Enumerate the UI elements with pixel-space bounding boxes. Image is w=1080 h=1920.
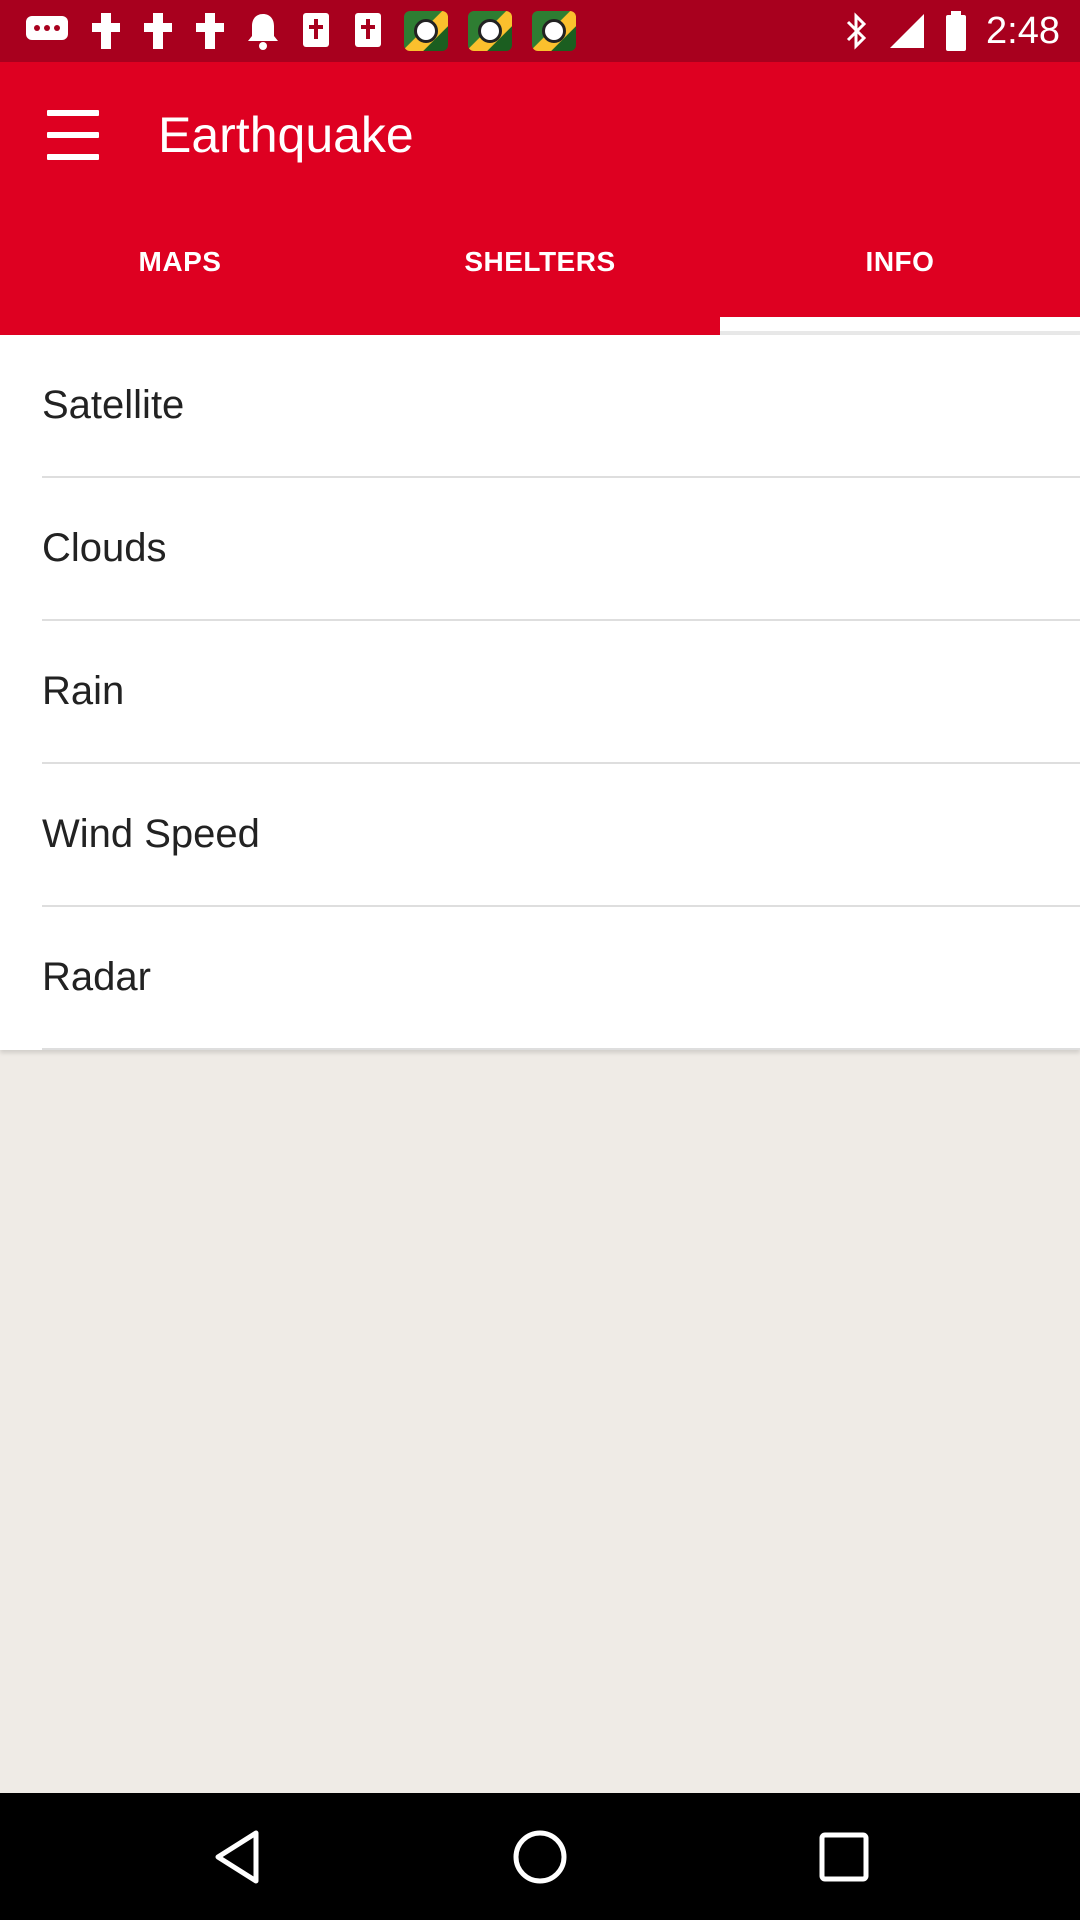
tab-maps[interactable]: MAPS xyxy=(0,207,360,335)
info-list: Satellite Clouds Rain Wind Speed Radar xyxy=(0,335,1080,1050)
list-item-label: Satellite xyxy=(42,383,185,427)
tab-maps-label: MAPS xyxy=(138,246,222,277)
list-item-satellite[interactable]: Satellite xyxy=(42,335,1080,478)
page-title: Earthquake xyxy=(158,107,414,163)
app-toolbar: Earthquake xyxy=(0,62,1080,207)
battery-icon xyxy=(946,11,967,51)
tab-shelters[interactable]: SHELTERS xyxy=(360,207,720,335)
tab-bar: MAPS SHELTERS INFO xyxy=(0,207,1080,335)
recents-square-icon[interactable] xyxy=(814,1827,874,1887)
soccer-app-icon xyxy=(532,11,576,51)
bell-icon xyxy=(248,14,278,50)
bluetooth-icon xyxy=(846,12,867,50)
list-item-label: Wind Speed xyxy=(42,812,260,856)
cross-icon xyxy=(144,13,172,49)
soccer-app-icon xyxy=(404,11,448,51)
tab-info[interactable]: INFO xyxy=(720,207,1080,335)
status-time: 2:48 xyxy=(986,9,1060,52)
list-item-rain[interactable]: Rain xyxy=(42,621,1080,764)
hamburger-menu-icon[interactable] xyxy=(38,110,108,160)
chat-icon xyxy=(26,16,68,40)
list-item-clouds[interactable]: Clouds xyxy=(42,478,1080,621)
home-circle-icon[interactable] xyxy=(510,1827,570,1887)
bible-icon xyxy=(303,13,329,47)
list-item-label: Radar xyxy=(42,955,151,999)
cross-icon xyxy=(92,13,120,49)
status-bar: 2:48 xyxy=(0,0,1080,62)
list-item-label: Rain xyxy=(42,669,125,713)
system-icons: 2:48 xyxy=(844,8,1060,54)
tab-selected-indicator xyxy=(720,317,1080,335)
list-item-label: Clouds xyxy=(42,526,167,570)
signal-icon xyxy=(890,14,925,48)
list-item-wind-speed[interactable]: Wind Speed xyxy=(42,764,1080,907)
notification-icons xyxy=(24,10,576,52)
tab-info-label: INFO xyxy=(865,246,935,277)
list-item-radar[interactable]: Radar xyxy=(42,907,1080,1050)
system-navigation-bar xyxy=(0,1793,1080,1920)
soccer-app-icon xyxy=(468,11,512,51)
tab-shelters-label: SHELTERS xyxy=(464,246,616,277)
cross-icon xyxy=(196,13,224,49)
bible-icon xyxy=(355,13,381,47)
back-triangle-icon[interactable] xyxy=(210,1827,270,1887)
